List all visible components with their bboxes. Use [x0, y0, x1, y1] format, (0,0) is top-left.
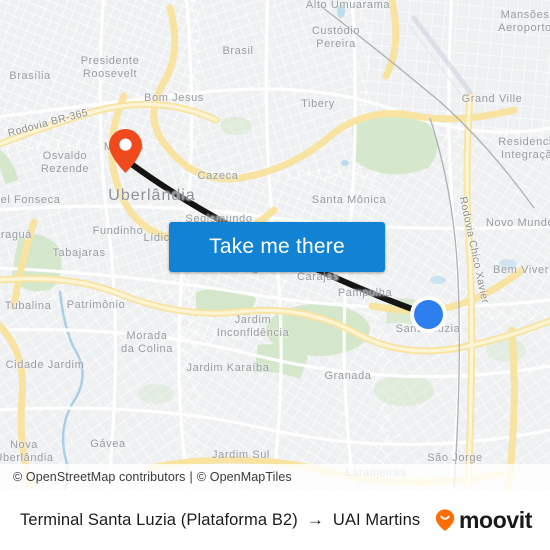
- moovit-wordmark: moovit: [459, 506, 532, 533]
- moovit-pin-icon: [435, 509, 455, 531]
- attribution-osm[interactable]: © OpenStreetMap contributors: [13, 470, 186, 484]
- map-screenshot: Brasília Presidente Roosevelt Bom Jesus Bras…: [0, 0, 550, 550]
- attribution-openmaptiles[interactable]: © OpenMapTiles: [197, 470, 292, 484]
- map-attribution: © OpenStreetMap contributors | © OpenMap…: [0, 464, 550, 490]
- arrow-right-icon: →: [306, 510, 324, 529]
- map-canvas[interactable]: Brasília Presidente Roosevelt Bom Jesus Bras…: [0, 0, 550, 490]
- take-me-there-button[interactable]: Take me there: [169, 222, 385, 272]
- moovit-logo[interactable]: moovit: [433, 507, 532, 534]
- route-caption: Terminal Santa Luzia (Plataforma B2) → U…: [20, 510, 420, 530]
- route-origin-label: Terminal Santa Luzia (Plataforma B2): [20, 510, 298, 529]
- attribution-separator: |: [189, 470, 193, 484]
- footer-bar: Terminal Santa Luzia (Plataforma B2) → U…: [0, 490, 550, 550]
- route-destination-label: UAI Martins: [332, 510, 421, 529]
